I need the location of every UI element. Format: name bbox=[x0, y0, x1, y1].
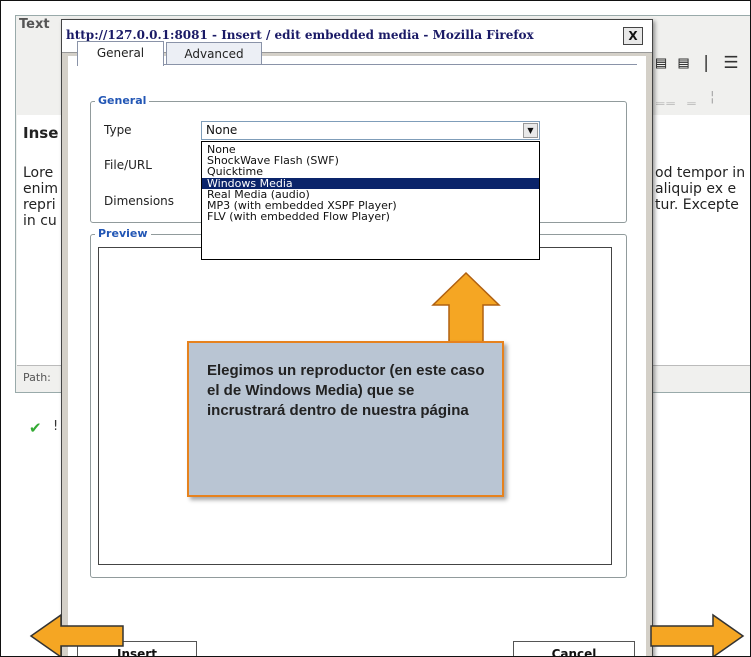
editor-line: Lore bbox=[23, 165, 54, 181]
dropdown-option[interactable]: FLV (with embedded Flow Player) bbox=[202, 211, 539, 222]
dropdown-option[interactable]: MP3 (with embedded XSPF Player) bbox=[202, 200, 539, 211]
path-label: Path: bbox=[23, 371, 51, 384]
preview-legend: Preview bbox=[95, 227, 151, 240]
general-legend: General bbox=[95, 94, 150, 107]
editor-line: repri bbox=[23, 197, 56, 213]
left-arrow-icon[interactable] bbox=[29, 613, 125, 657]
chevron-down-icon[interactable]: ▼ bbox=[523, 123, 538, 138]
tab-general[interactable]: General bbox=[77, 41, 164, 66]
editor-line: enim bbox=[23, 181, 59, 197]
dropdown-option[interactable]: None bbox=[202, 142, 539, 155]
type-select[interactable]: None ▼ bbox=[201, 121, 540, 140]
right-arrow-icon[interactable] bbox=[649, 613, 745, 657]
dimensions-label: Dimensions bbox=[104, 194, 175, 208]
dropdown-option[interactable]: Quicktime bbox=[202, 166, 539, 177]
toolbar-align-icons[interactable]: ▤ ▤ | ☰ bbox=[656, 53, 740, 73]
dialog-title: http://127.0.0.1:8081 - Insert / edit em… bbox=[66, 28, 534, 42]
status-text: ! bbox=[53, 419, 59, 434]
dropdown-option[interactable]: ShockWave Flash (SWF) bbox=[202, 155, 539, 166]
type-dropdown-list[interactable]: None ShockWave Flash (SWF) Quicktime Win… bbox=[201, 141, 540, 260]
annotation-callout: Elegimos un reproductor (en este caso el… bbox=[187, 341, 504, 497]
screenshot-frame: Text ▤ ▤ | ☰ ‗‗ ‗ ¦ Inse Lore enim repri… bbox=[0, 0, 751, 657]
close-icon[interactable]: X bbox=[623, 27, 643, 45]
toolbar-table-icons[interactable]: ‗‗ ‗ ¦ bbox=[656, 89, 719, 105]
editor-heading: Inse bbox=[23, 124, 59, 142]
file-url-label: File/URL bbox=[104, 158, 152, 172]
dropdown-option[interactable]: Real Media (audio) bbox=[202, 189, 539, 200]
up-arrow-icon bbox=[431, 271, 501, 346]
editor-line: in cu bbox=[23, 213, 57, 229]
type-label: Type bbox=[104, 123, 132, 137]
editor-line: aliquip ex e bbox=[655, 181, 737, 197]
check-icon: ✔ bbox=[29, 419, 42, 437]
editor-text-left: Lore enim repri in cu bbox=[23, 165, 58, 229]
cancel-button[interactable]: Cancel bbox=[513, 641, 635, 656]
editor-text-right: od tempor in aliquip ex e tur. Excepte bbox=[655, 165, 745, 213]
editor-label: Text bbox=[19, 17, 50, 32]
type-select-value: None bbox=[206, 123, 238, 137]
dropdown-option-selected[interactable]: Windows Media bbox=[202, 177, 539, 189]
editor-line: tur. Excepte bbox=[655, 197, 739, 213]
tab-advanced[interactable]: Advanced bbox=[166, 42, 262, 65]
callout-text: Elegimos un reproductor (en este caso el… bbox=[207, 362, 485, 419]
editor-line: od tempor in bbox=[655, 165, 746, 181]
